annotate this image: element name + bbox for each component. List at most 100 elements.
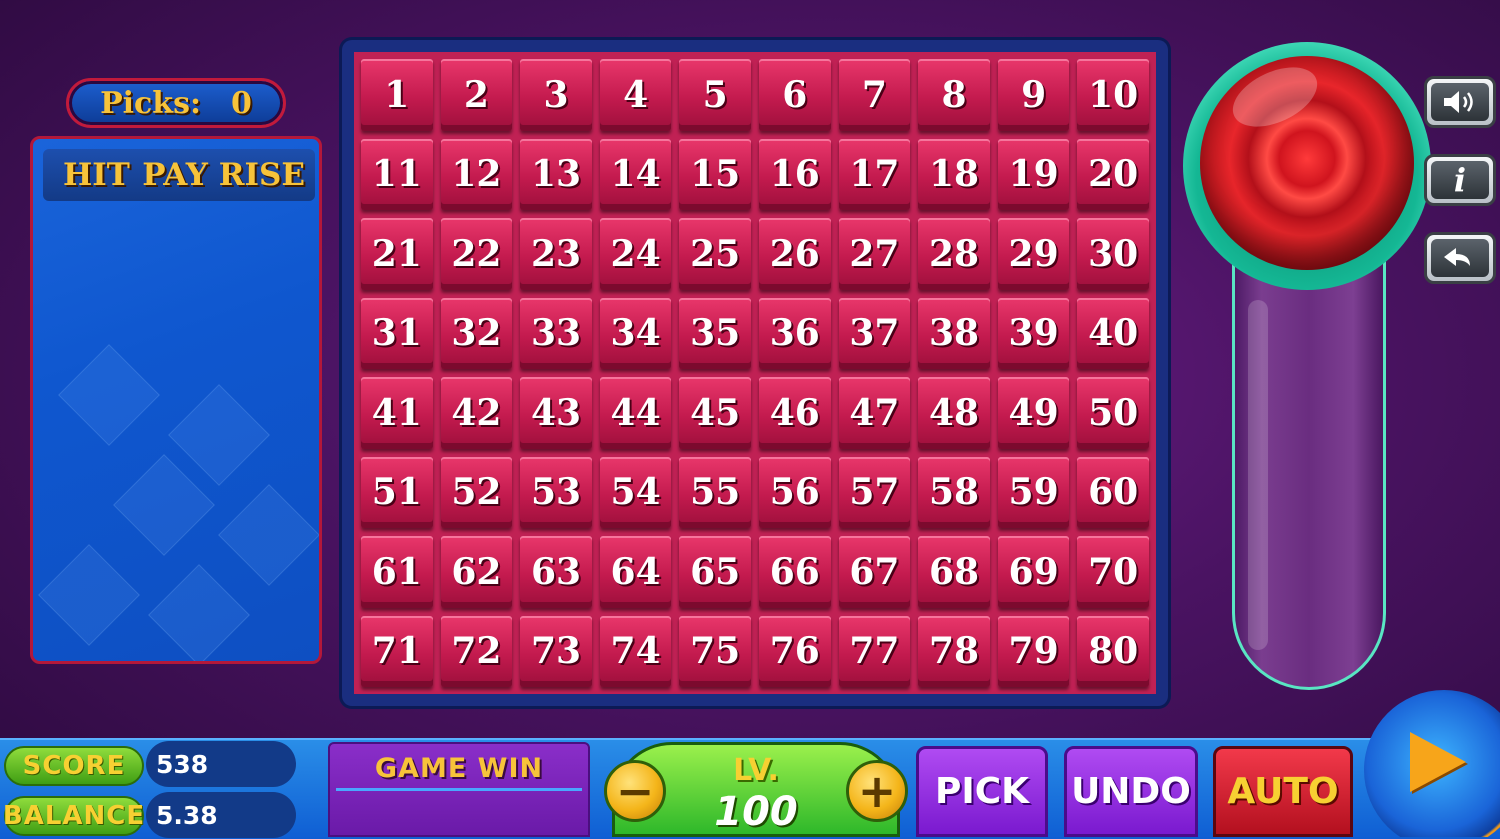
number-cell[interactable]: 70 [1077,536,1149,608]
number-cell[interactable]: 41 [361,377,433,449]
background-pattern [218,484,319,586]
number-cell[interactable]: 59 [997,456,1070,528]
number-cell[interactable]: 67 [838,536,911,608]
number-cell[interactable]: 18 [918,138,990,210]
number-cell[interactable]: 24 [599,218,672,290]
number-cell[interactable]: 3 [520,59,592,131]
back-button[interactable] [1424,232,1496,284]
number-cell[interactable]: 76 [758,615,831,687]
number-cell[interactable]: 4 [599,59,672,131]
background-pattern [148,564,250,661]
number-cell[interactable]: 60 [1077,456,1149,528]
number-cell[interactable]: 55 [679,456,751,528]
number-cell[interactable]: 48 [918,377,990,449]
number-cell[interactable]: 51 [361,456,433,528]
number-cell[interactable]: 68 [918,536,990,608]
number-cell[interactable]: 30 [1077,218,1149,290]
picks-counter: Picks: 0 [66,78,286,128]
number-cell[interactable]: 6 [758,59,831,131]
number-cell[interactable]: 15 [679,138,751,210]
number-cell[interactable]: 43 [520,377,592,449]
number-cell[interactable]: 10 [1077,59,1149,131]
info-button[interactable]: i [1424,154,1496,206]
number-cell[interactable]: 54 [599,456,672,528]
number-cell[interactable]: 14 [599,138,672,210]
number-cell[interactable]: 5 [679,59,751,131]
number-cell[interactable]: 12 [440,138,513,210]
number-cell[interactable]: 9 [997,59,1070,131]
number-cell[interactable]: 38 [918,297,990,369]
number-cell[interactable]: 37 [838,297,911,369]
number-cell[interactable]: 27 [838,218,911,290]
number-cell[interactable]: 71 [361,615,433,687]
number-cell[interactable]: 56 [758,456,831,528]
number-cell[interactable]: 61 [361,536,433,608]
number-cell[interactable]: 35 [679,297,751,369]
number-cell[interactable]: 72 [440,615,513,687]
number-cell[interactable]: 2 [440,59,513,131]
number-cell[interactable]: 36 [758,297,831,369]
auto-button[interactable]: AUTO [1213,746,1353,837]
number-cell[interactable]: 42 [440,377,513,449]
number-cell[interactable]: 79 [997,615,1070,687]
number-cell[interactable]: 75 [679,615,751,687]
number-cell[interactable]: 62 [440,536,513,608]
number-cell[interactable]: 44 [599,377,672,449]
number-cell[interactable]: 32 [440,297,513,369]
undo-button[interactable]: UNDO [1064,746,1198,837]
number-cell[interactable]: 21 [361,218,433,290]
number-cell[interactable]: 19 [997,138,1070,210]
number-cell[interactable]: 25 [679,218,751,290]
number-cell[interactable]: 74 [599,615,672,687]
number-cell[interactable]: 58 [918,456,990,528]
number-cell[interactable]: 33 [520,297,592,369]
number-cell[interactable]: 17 [838,138,911,210]
number-cell[interactable]: 57 [838,456,911,528]
back-arrow-icon [1431,239,1489,277]
picks-value: 0 [231,85,252,121]
number-cell[interactable]: 66 [758,536,831,608]
number-cell[interactable]: 45 [679,377,751,449]
speaker-icon [1431,83,1489,121]
game-win-panel: GAME WIN [328,742,590,837]
number-cell[interactable]: 29 [997,218,1070,290]
number-cell[interactable]: 31 [361,297,433,369]
number-cell[interactable]: 53 [520,456,592,528]
number-cell[interactable]: 73 [520,615,592,687]
number-cell[interactable]: 65 [679,536,751,608]
number-cell[interactable]: 69 [997,536,1070,608]
number-cell[interactable]: 34 [599,297,672,369]
number-cell[interactable]: 39 [997,297,1070,369]
play-arrow-icon [1410,732,1466,792]
number-cell[interactable]: 63 [520,536,592,608]
decrease-level-button[interactable]: − [604,760,666,822]
number-cell[interactable]: 28 [918,218,990,290]
balance-label: BALANCE [3,796,144,836]
number-cell[interactable]: 13 [520,138,592,210]
number-cell[interactable]: 11 [361,138,433,210]
number-cell[interactable]: 8 [918,59,990,131]
number-cell[interactable]: 49 [997,377,1070,449]
number-cell[interactable]: 7 [838,59,911,131]
number-cell[interactable]: 50 [1077,377,1149,449]
number-cell[interactable]: 64 [599,536,672,608]
increase-level-button[interactable]: + [846,760,908,822]
number-cell[interactable]: 78 [918,615,990,687]
number-cell[interactable]: 40 [1077,297,1149,369]
number-cell[interactable]: 16 [758,138,831,210]
number-cell[interactable]: 26 [758,218,831,290]
number-cell[interactable]: 20 [1077,138,1149,210]
info-glyph: i [1453,161,1467,199]
number-cell[interactable]: 22 [440,218,513,290]
sound-button[interactable] [1424,76,1496,128]
number-cell[interactable]: 80 [1077,615,1149,687]
number-cell[interactable]: 46 [758,377,831,449]
number-cell[interactable]: 77 [838,615,911,687]
pick-button[interactable]: PICK [916,746,1048,837]
number-cell[interactable]: 1 [361,59,433,131]
number-cell[interactable]: 52 [440,456,513,528]
score-label: SCORE [4,746,144,786]
number-cell[interactable]: 23 [520,218,592,290]
play-button[interactable] [1360,690,1500,837]
number-cell[interactable]: 47 [838,377,911,449]
